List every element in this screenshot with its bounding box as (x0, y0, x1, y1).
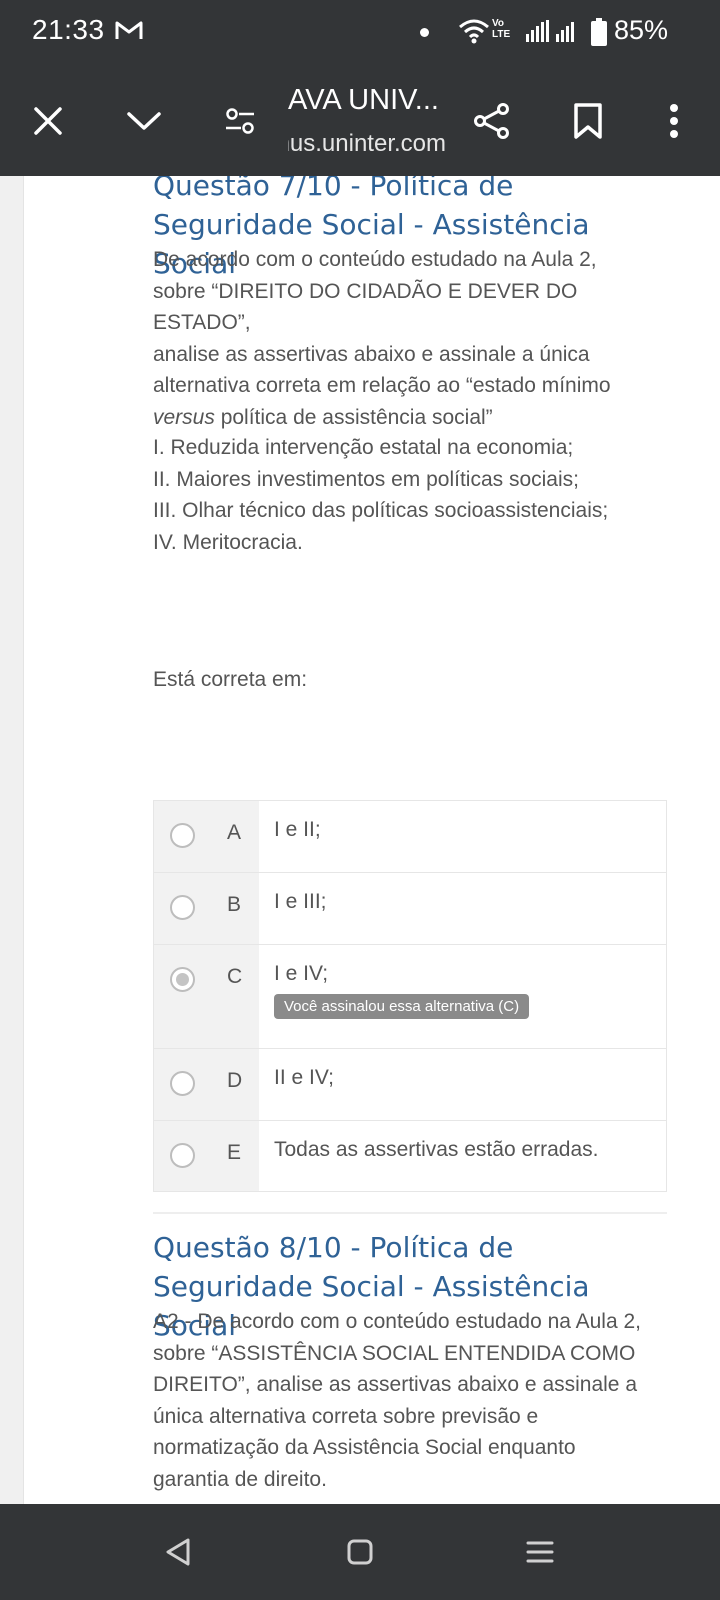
home-icon (347, 1539, 373, 1565)
option-marker: A (154, 801, 259, 872)
bookmark-button[interactable] (558, 66, 618, 176)
share-icon (474, 103, 509, 139)
option-letter: B (227, 893, 242, 916)
gmail-icon (115, 21, 143, 39)
option-e[interactable]: E Todas as assertivas estão erradas. (154, 1121, 666, 1191)
chevron-down-icon (127, 112, 161, 130)
option-letter: C (227, 965, 243, 988)
assertion-item: IV. Meritocracia. (153, 530, 303, 554)
assertion-item: III. Olhar técnico das políticas socioas… (153, 499, 609, 522)
option-letter: A (227, 821, 242, 844)
minimize-button[interactable] (112, 66, 176, 176)
status-bar: 21:33 Vo LTE 85% (0, 0, 720, 66)
option-text-block: I e IV; Você assinalou essa alternativa … (259, 945, 666, 1048)
wifi-icon (459, 19, 489, 44)
radio-button[interactable] (170, 1071, 195, 1096)
question-8-text: A2 - De acordo com o conteúdo estudado n… (153, 1306, 667, 1495)
question-prompt: Está correta em: (153, 668, 308, 691)
assertion-item: II. Maiores investimentos em políticas s… (153, 467, 579, 491)
close-button[interactable] (18, 66, 78, 176)
option-text: Todas as assertivas estão erradas. (274, 1138, 599, 1161)
option-marker: B (154, 873, 259, 944)
battery-percent: 85% (614, 15, 669, 45)
page-settings-button[interactable] (212, 66, 268, 176)
radio-button[interactable] (170, 895, 195, 920)
assertions-list: I. Reduzida intervenção estatal na econo… (153, 432, 667, 558)
question-text-line: sobre “DIREITO DO CIDADÃO E DEVER DO EST… (153, 279, 578, 335)
option-text: I e II; (274, 818, 321, 841)
question-divider (153, 1212, 667, 1214)
page-url: nus.uninter.com (288, 130, 446, 157)
volte-sublabel: LTE (492, 29, 511, 40)
system-nav-bar (0, 1504, 720, 1600)
question-text-line: sobre “ASSISTÊNCIA SOCIAL ENTENDIDA COMO (153, 1341, 636, 1365)
volte-label: Vo (492, 18, 505, 29)
option-a[interactable]: A I e II; (154, 801, 666, 873)
notification-dot-icon (420, 28, 429, 37)
volte-icon: Vo LTE (492, 18, 510, 40)
status-time: 21:33 (32, 14, 105, 45)
option-b[interactable]: B I e III; (154, 873, 666, 945)
signal-icon (556, 22, 574, 42)
option-text: I e IV; (274, 962, 329, 985)
bookmark-icon (574, 103, 602, 139)
question-text-line: DIREITO”, analise as assertivas abaixo e… (153, 1373, 638, 1396)
question-text-line: analise as assertivas abaixo e assinale … (153, 342, 590, 366)
italic-word: versus (153, 405, 215, 429)
option-text: I e III; (274, 890, 327, 913)
option-marker: D (154, 1049, 259, 1120)
left-sidebar (0, 176, 24, 1504)
more-vert-icon (670, 104, 678, 138)
radio-button[interactable] (170, 823, 195, 848)
question-text-line: De acordo com o conteúdo estudado na Aul… (153, 248, 597, 271)
close-icon (34, 107, 62, 135)
recents-button[interactable] (490, 1504, 590, 1600)
option-text: II e IV; (274, 1066, 334, 1089)
signal-icon (526, 20, 549, 42)
option-c[interactable]: C I e IV; Você assinalou essa alternativ… (154, 945, 666, 1049)
question-text-tail: política de assistência social” (214, 405, 493, 429)
option-d[interactable]: D II e IV; (154, 1049, 666, 1121)
page-content: Questão 7/10 - Política de Seguridade So… (0, 176, 720, 1504)
assertion-item: I. Reduzida intervenção estatal na econo… (153, 436, 574, 459)
question-text-line: alternativa correta em relação ao “estad… (153, 374, 611, 397)
question-text-line: versus política de assistência social” (153, 402, 667, 434)
answer-options: A I e II; B I e III; C I e IV; Você assi… (153, 800, 667, 1192)
more-options-button[interactable] (644, 66, 704, 176)
page-title: AVA UNIV... (288, 84, 439, 116)
radio-button[interactable] (170, 1143, 195, 1168)
question-text-line: normatização da Assistência Social enqua… (153, 1436, 576, 1459)
question-text-line: A2 - De acordo com o conteúdo estudado n… (153, 1310, 641, 1333)
tune-icon (226, 108, 254, 134)
option-marker: E (154, 1121, 259, 1191)
share-button[interactable] (462, 66, 522, 176)
selected-answer-badge: Você assinalou essa alternativa (C) (274, 994, 530, 1019)
recents-icon (526, 1541, 554, 1563)
option-letter: D (227, 1069, 243, 1092)
browser-toolbar: AVA UNIV... nus.uninter.com (0, 66, 720, 176)
home-button[interactable] (310, 1504, 410, 1600)
back-icon (166, 1538, 190, 1566)
radio-button-selected[interactable] (170, 967, 195, 992)
question-text-line: única alternativa correta sobre previsão… (153, 1404, 539, 1428)
option-marker: C (154, 945, 259, 1048)
question-text-line: garantia de direito. (153, 1467, 327, 1491)
back-button[interactable] (128, 1504, 228, 1600)
battery-icon (591, 18, 607, 46)
option-letter: E (227, 1141, 242, 1164)
question-7-text: De acordo com o conteúdo estudado na Aul… (153, 244, 667, 433)
